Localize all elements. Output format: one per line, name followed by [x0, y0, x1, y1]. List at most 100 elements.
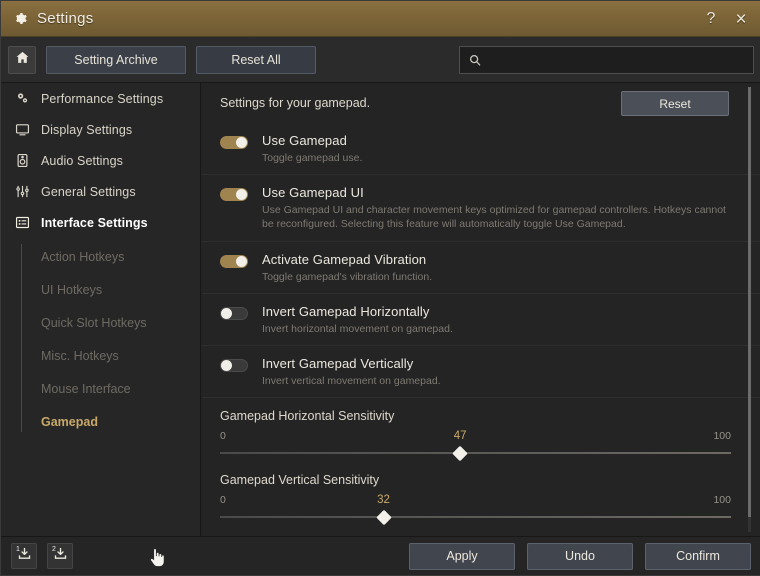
search-input[interactable] [489, 47, 753, 73]
sidebar-subitem-action-hotkeys[interactable]: Action Hotkeys [21, 240, 200, 273]
toggle-activate-gamepad-vibration[interactable] [220, 254, 248, 268]
home-icon [15, 50, 30, 70]
sidebar-subitem-gamepad[interactable]: Gamepad [21, 405, 200, 438]
slider-min-label: 0 [220, 430, 226, 443]
slider-rail [220, 452, 731, 455]
slider-track-horizontal-sensitivity[interactable] [220, 445, 731, 462]
save-slot-2-label: 2 [52, 546, 56, 553]
slider-value-label: 47 [453, 430, 467, 443]
option-text: Use Gamepad Toggle gamepad use. [262, 133, 362, 165]
option-row-use-gamepad: Use Gamepad Toggle gamepad use. [202, 123, 760, 176]
option-text: Activate Gamepad Vibration Toggle gamepa… [262, 252, 432, 284]
sidebar-item-label: Display Settings [41, 122, 133, 137]
sidebar: Performance Settings Display Settings Au… [1, 83, 201, 538]
option-row-invert-gamepad-vertically: Invert Gamepad Vertically Invert vertica… [202, 346, 760, 399]
sidebar-item-performance-settings[interactable]: Performance Settings [1, 83, 200, 114]
sidebar-subitem-quick-slot-hotkeys[interactable]: Quick Slot Hotkeys [21, 306, 200, 339]
option-title: Invert Gamepad Horizontally [262, 303, 430, 319]
confirm-button[interactable]: Confirm [645, 542, 751, 570]
slider-min-label: 0 [220, 494, 226, 507]
sidebar-item-label: Interface Settings [41, 215, 148, 230]
apply-button[interactable]: Apply [409, 542, 515, 570]
window-title: Settings [37, 10, 94, 27]
sidebar-item-label: Audio Settings [41, 153, 124, 168]
sidebar-subitem-ui-hotkeys[interactable]: UI Hotkeys [21, 273, 200, 306]
scrollbar-thumb[interactable] [748, 87, 751, 517]
option-row-activate-gamepad-vibration: Activate Gamepad Vibration Toggle gamepa… [202, 242, 760, 294]
toggle-knob [236, 255, 247, 267]
sidebar-subitem-mouse-interface[interactable]: Mouse Interface [21, 372, 200, 405]
toggle-knob [236, 189, 247, 201]
search-icon [468, 53, 482, 67]
toggle-invert-gamepad-vertically[interactable] [220, 358, 248, 372]
slider-block-vertical-sensitivity: Gamepad Vertical Sensitivity 0 32 100 [202, 462, 760, 526]
slider-max-label: 100 [713, 494, 731, 507]
slider-handle[interactable] [452, 445, 468, 462]
vertical-scrollbar[interactable] [748, 87, 751, 532]
option-description: Toggle gamepad use. [262, 152, 363, 164]
option-description: Invert vertical movement on gamepad. [262, 374, 441, 387]
save-slot-1-label: 1 [16, 546, 20, 553]
toggle-knob [221, 359, 232, 371]
sidebar-item-label: Performance Settings [41, 91, 164, 106]
content-description: Settings for your gamepad. [220, 96, 371, 110]
search-box[interactable] [459, 46, 754, 74]
setting-archive-tab[interactable]: Setting Archive [46, 45, 186, 74]
reset-button[interactable]: Reset [621, 91, 729, 116]
toggle-knob [221, 307, 232, 319]
slider-max-label: 100 [713, 430, 731, 443]
toggle-invert-gamepad-horizontally[interactable] [220, 306, 248, 320]
content-panel: Settings for your gamepad. Reset Use Gam… [202, 83, 760, 538]
close-icon[interactable]: × [729, 7, 753, 31]
undo-button[interactable]: Undo [527, 542, 633, 570]
content-header: Settings for your gamepad. Reset [202, 83, 760, 123]
sidebar-item-general-settings[interactable]: General Settings [1, 176, 200, 207]
window-controls: ? × [699, 1, 753, 37]
option-text: Invert Gamepad Vertically Invert vertica… [262, 356, 441, 388]
sidebar-item-label: General Settings [41, 184, 136, 199]
slider-label: Gamepad Vertical Sensitivity [220, 473, 380, 488]
sidebar-item-display-settings[interactable]: Display Settings [1, 114, 200, 145]
option-row-invert-gamepad-horizontally: Invert Gamepad Horizontally Invert horiz… [202, 294, 760, 346]
toggle-use-gamepad-ui[interactable] [220, 188, 248, 202]
title-bar: Settings ? × [1, 1, 760, 37]
toggle-knob [236, 137, 247, 148]
sidebar-subitems: Action Hotkeys UI Hotkeys Quick Slot Hot… [1, 240, 200, 438]
slider-rail [220, 516, 731, 519]
mouse-cursor-hand-icon [147, 545, 167, 574]
options-list: Use Gamepad Toggle gamepad use. Use Game… [202, 123, 760, 526]
footer-buttons: Apply Undo Confirm [409, 542, 751, 570]
sidebar-subitem-misc-hotkeys[interactable]: Misc. Hotkeys [21, 339, 200, 372]
sidebar-item-audio-settings[interactable]: Audio Settings [1, 145, 200, 176]
option-title: Use Gamepad UI [262, 185, 364, 201]
option-title: Activate Gamepad Vibration [262, 251, 427, 267]
save-slot-2-button[interactable]: 2 [47, 543, 73, 569]
option-description: Toggle gamepad's vibration function. [262, 270, 433, 283]
sliders-icon [11, 184, 33, 199]
slider-handle[interactable] [375, 509, 392, 526]
help-icon[interactable]: ? [699, 7, 723, 31]
option-description: Invert horizontal movement on gamepad. [262, 322, 453, 335]
gears-icon [11, 91, 33, 106]
option-text: Invert Gamepad Horizontally Invert horiz… [262, 304, 453, 336]
slider-value-label: 32 [377, 494, 390, 507]
option-text: Use Gamepad UI Use Gamepad UI and charac… [262, 185, 731, 231]
slider-scale: 0 47 100 [220, 430, 731, 446]
option-description: Use Gamepad UI and character movement ke… [262, 204, 726, 231]
sidebar-item-interface-settings[interactable]: Interface Settings [1, 207, 200, 238]
monitor-icon [11, 122, 33, 137]
toggle-use-gamepad[interactable] [220, 136, 248, 149]
slider-scale: 0 32 100 [220, 494, 731, 510]
option-row-use-gamepad-ui: Use Gamepad UI Use Gamepad UI and charac… [202, 175, 760, 242]
settings-window: Settings ? × Setting Archive Reset All P… [0, 0, 760, 576]
speaker-icon [11, 153, 33, 168]
home-button[interactable] [8, 45, 36, 74]
list-icon [11, 215, 33, 230]
slider-block-horizontal-sensitivity: Gamepad Horizontal Sensitivity 0 47 100 [202, 398, 760, 462]
slider-track-vertical-sensitivity[interactable] [220, 509, 731, 526]
reset-all-button[interactable]: Reset All [196, 45, 316, 74]
save-slot-1-button[interactable]: 1 [11, 543, 37, 569]
footer-bar: 1 2 Apply Undo Confirm [1, 536, 760, 575]
option-title: Invert Gamepad Vertically [262, 355, 414, 371]
slider-label: Gamepad Horizontal Sensitivity [220, 409, 395, 424]
